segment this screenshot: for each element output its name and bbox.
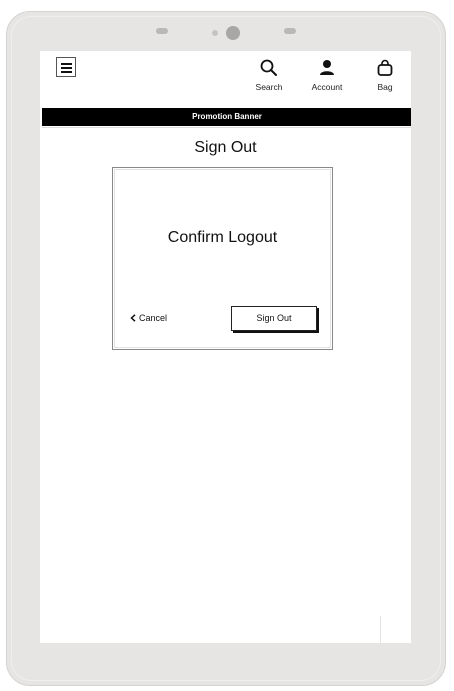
page-title: Sign Out bbox=[194, 139, 257, 156]
nav-bag[interactable]: Bag bbox=[371, 58, 399, 92]
nav-search[interactable]: Search bbox=[251, 58, 287, 92]
dialog-title: Confirm Logout bbox=[167, 229, 278, 246]
nav-bag-label: Bag bbox=[377, 82, 393, 92]
hamburger-menu-button[interactable] bbox=[56, 57, 76, 77]
sign-out-button[interactable]: Sign Out bbox=[231, 306, 317, 331]
bag-icon bbox=[375, 58, 395, 78]
nav-account[interactable]: Account bbox=[305, 58, 349, 92]
nav-account-label: Account bbox=[311, 82, 343, 92]
cancel-button[interactable]: Cancel bbox=[130, 313, 167, 324]
account-icon bbox=[317, 58, 337, 78]
chevron-left-icon bbox=[130, 313, 136, 324]
light-sensor bbox=[212, 30, 218, 36]
front-camera bbox=[226, 26, 240, 40]
speaker-left bbox=[156, 28, 168, 34]
promotion-banner[interactable]: Promotion Banner bbox=[42, 108, 411, 128]
nav-search-label: Search bbox=[255, 82, 283, 92]
app-screen: Search Account Bag Promotion Banner Sign… bbox=[40, 51, 411, 643]
screen-corner bbox=[380, 616, 411, 643]
search-icon bbox=[259, 58, 279, 78]
confirm-logout-dialog: Confirm Logout Cancel Sign Out bbox=[112, 167, 333, 350]
cancel-label: Cancel bbox=[139, 313, 168, 323]
speaker-right bbox=[284, 28, 296, 34]
